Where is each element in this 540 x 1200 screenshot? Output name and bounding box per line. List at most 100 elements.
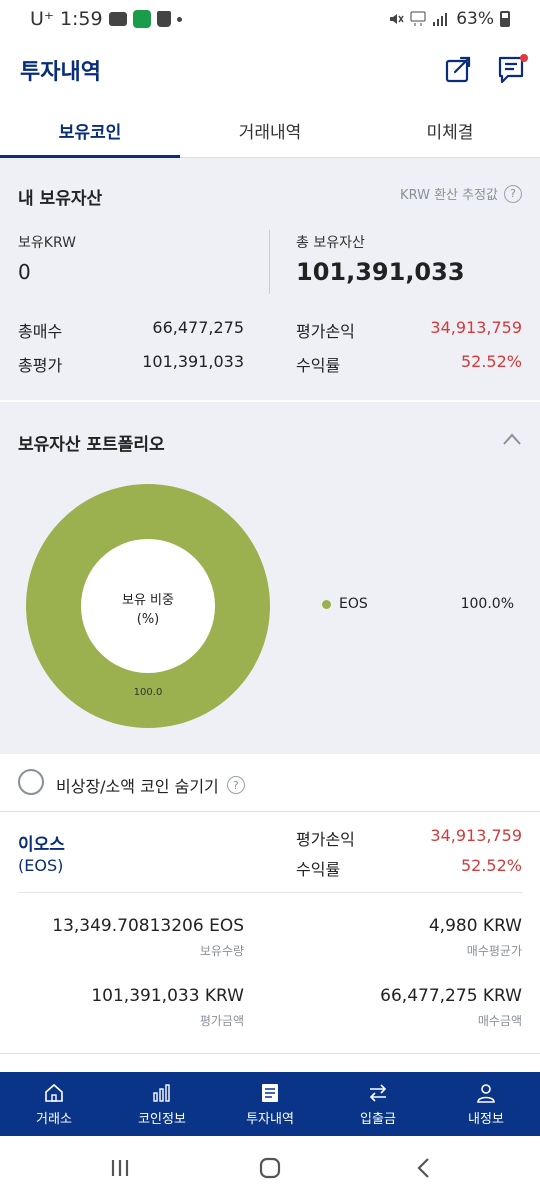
legend-name: EOS [339,596,368,612]
total-eval-label: 총평가 [18,356,63,375]
quantity-label: 보유수량 [199,944,244,958]
eval-amount-cell: 101,391,033 KRW 평가금액 [91,986,244,1029]
more-notifications-icon [176,16,182,22]
nav-deposit-withdraw[interactable]: 입출금 [324,1072,432,1136]
nav-my-info-label: 내정보 [468,1111,504,1127]
nav-investments-label: 투자내역 [246,1111,294,1127]
legend-color-dot [322,599,331,609]
coin-return-value: 52.52% [460,856,522,875]
eval-amount-value: 101,391,033 KRW [91,986,244,1006]
coin-symbol: (EOS) [18,856,64,875]
buy-amount-cell: 66,477,275 KRW 매수금액 [380,986,522,1029]
notification-dot [520,54,528,62]
avg-price-value: 4,980 KRW [428,916,522,936]
status-right: 63% [388,9,510,29]
krw-estimate-label: KRW 환산 추정값 [400,188,498,203]
mute-icon [390,14,404,24]
coin-pnl-value: 34,913,759 [430,826,522,845]
home-button[interactable] [258,1156,282,1180]
avg-price-label: 매수평균가 [466,944,522,958]
app-notification-icon [132,10,151,28]
avg-price-cell: 4,980 KRW 매수평균가 [429,916,522,959]
hide-small-coins-label: 비상장/소액 코인 숨기기 [56,777,219,796]
app-header: 투자내역 [0,40,540,98]
chart-icon [153,1083,170,1102]
donut-center-label-2: (%) [137,612,160,627]
bottom-navigation: 거래소 코인정보 투자내역 입출금 내정보 [0,1072,540,1136]
signal-icon [433,13,448,26]
tab-history[interactable]: 거래내역 [180,98,360,157]
help-icon[interactable]: ? [226,776,245,794]
pnl-value: 34,913,759 [430,318,522,337]
transfer-icon [369,1083,387,1102]
summary-divider [269,230,270,294]
system-navigation [0,1136,540,1200]
carrier-label: U⁺ [30,8,54,30]
status-bar: U⁺ 1:59 63% [0,0,540,40]
coin-name: 이오스 [18,835,65,855]
tab-bar: 보유코인 거래내역 미체결 [0,98,540,158]
status-left: U⁺ 1:59 [30,8,182,30]
nav-coin-info[interactable]: 코인정보 [108,1072,216,1136]
chat-button[interactable] [496,52,530,86]
coin-pnl-row: 평가손익 34,913,759 [296,826,522,850]
portfolio-title: 보유자산 포트폴리오 [18,435,165,455]
nav-coin-info-label: 코인정보 [138,1111,186,1127]
summary-title: 내 보유자산 [18,189,103,209]
portfolio-section: 보유자산 포트폴리오 보유 비중 (%) 100.0 EOS 100.0% [0,402,540,754]
total-buy-row: 총매수 66,477,275 [18,318,244,342]
coin-return-label: 수익률 [296,860,341,879]
bag-icon [156,11,171,27]
share-button[interactable] [442,52,476,86]
youtube-icon [108,12,127,26]
coin-card-eos[interactable]: 이오스 (EOS) 평가손익 34,913,759 수익률 52.52% 13,… [0,812,540,1054]
5g-icon [410,11,426,26]
eval-amount-label: 평가금액 [199,1014,244,1028]
holding-krw-label: 보유KRW [18,235,76,251]
home-icon [45,1083,63,1102]
asset-summary: 내 보유자산 KRW 환산 추정값 ? 보유KRW 0 총 보유자산 101,3… [0,158,540,400]
coin-divider [18,892,522,893]
return-row: 수익률 52.52% [296,352,522,376]
chevron-up-icon[interactable] [502,432,522,446]
person-icon [477,1083,495,1103]
nav-exchange-label: 거래소 [36,1111,72,1127]
coin-pnl-label: 평가손익 [296,830,355,849]
tab-holdings[interactable]: 보유코인 [0,98,180,158]
total-buy-label: 총매수 [18,322,63,341]
nav-deposit-withdraw-label: 입출금 [360,1111,396,1127]
clock: 1:59 [59,8,103,30]
quantity-cell: 13,349.70813206 EOS 보유수량 [52,916,244,959]
legend-pct: 100.0% [460,596,514,612]
battery-percent: 63% [456,9,494,29]
nav-investments[interactable]: 투자내역 [216,1072,324,1136]
total-assets-label: 총 보유자산 [296,235,365,251]
hide-small-coins-label-wrap: 비상장/소액 코인 숨기기 ? [56,773,245,797]
coin-return-row: 수익률 52.52% [296,856,522,880]
pnl-row: 평가손익 34,913,759 [296,318,522,342]
nav-my-info[interactable]: 내정보 [432,1072,540,1136]
page-title: 투자내역 [20,60,101,85]
nav-exchange[interactable]: 거래소 [0,1072,108,1136]
recent-apps-button[interactable] [108,1156,132,1180]
buy-amount-value: 66,477,275 KRW [380,986,522,1006]
total-eval-row: 총평가 101,391,033 [18,352,244,376]
total-buy-value: 66,477,275 [152,318,244,337]
total-assets-value: 101,391,033 [296,258,465,286]
tab-pending[interactable]: 미체결 [360,98,540,157]
share-icon [445,56,471,83]
donut-center-label-1: 보유 비중 [122,593,174,608]
slice-data-label: 100.0 [134,687,163,698]
pnl-label: 평가손익 [296,322,355,341]
back-button[interactable] [412,1156,436,1180]
return-label: 수익률 [296,356,341,375]
hide-small-coins-toggle[interactable] [18,769,44,795]
portfolio-donut-chart: 보유 비중 (%) 100.0 [26,484,270,728]
legend-item-eos: EOS 100.0% [322,596,514,612]
battery-icon [500,11,510,27]
hide-small-coins-row: 비상장/소액 코인 숨기기 ? [0,754,540,812]
help-icon: ? [504,184,522,203]
buy-amount-label: 매수금액 [477,1014,522,1028]
krw-estimate-info[interactable]: KRW 환산 추정값 ? [400,184,522,203]
document-icon [262,1083,278,1102]
